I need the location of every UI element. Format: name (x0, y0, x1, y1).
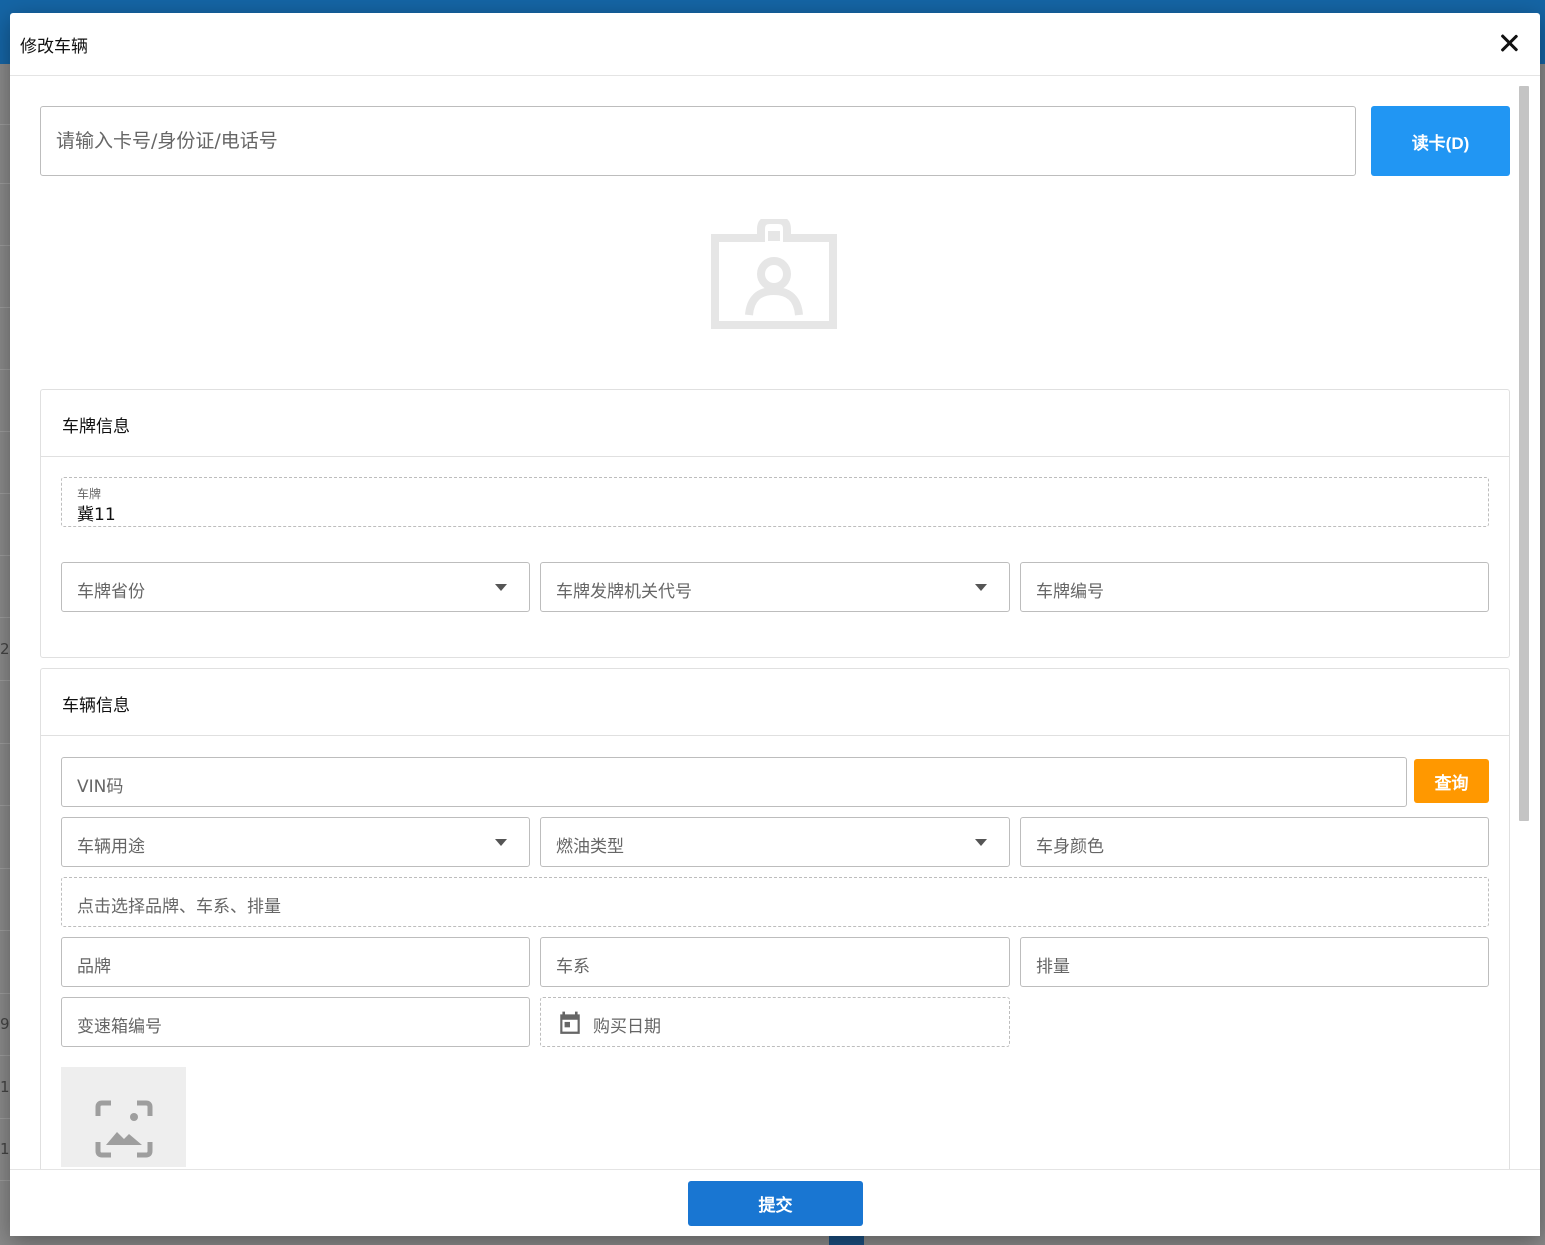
plate-field[interactable]: 车牌 冀11 (61, 477, 1489, 527)
vin-placeholder: VIN码 (77, 777, 124, 797)
background-text-fragment: 1 (0, 1078, 10, 1096)
vehicle-info-section: 车辆信息 VIN码 查询 车辆用途 燃油类型 车身颜色 点击选择品牌、车系、排量 (40, 668, 1510, 1169)
edit-vehicle-dialog: 修改车辆 读卡(D) 车牌信息 车牌 冀11 车牌省份 (10, 13, 1540, 1236)
brand-picker-field[interactable]: 点击选择品牌、车系、排量 (61, 877, 1489, 927)
read-card-button[interactable]: 读卡(D) (1371, 106, 1510, 176)
vin-input[interactable]: VIN码 (61, 757, 1407, 807)
image-placeholder-icon (95, 1100, 153, 1158)
purchase-date-field[interactable]: 购买日期 (540, 997, 1010, 1047)
plate-info-header: 车牌信息 (41, 390, 1509, 457)
plate-authority-select[interactable]: 车牌发牌机关代号 (540, 562, 1010, 612)
dialog-title: 修改车辆 (20, 37, 88, 57)
vehicle-usage-select[interactable]: 车辆用途 (61, 817, 530, 867)
plate-number-placeholder: 车牌编号 (1036, 582, 1104, 602)
background-text-fragment: 2 (0, 640, 10, 658)
plate-authority-placeholder: 车牌发牌机关代号 (556, 582, 692, 602)
card-search-input[interactable] (41, 107, 1355, 175)
plate-info-section: 车牌信息 车牌 冀11 车牌省份 车牌发牌机关代号 车牌编号 (40, 389, 1510, 658)
dialog-header: 修改车辆 (10, 13, 1540, 76)
plate-province-placeholder: 车牌省份 (77, 582, 145, 602)
body-color-input[interactable]: 车身颜色 (1020, 817, 1489, 867)
displacement-input[interactable]: 排量 (1020, 937, 1489, 987)
body-color-placeholder: 车身颜色 (1036, 837, 1104, 857)
plate-province-select[interactable]: 车牌省份 (61, 562, 530, 612)
vehicle-info-title: 车辆信息 (62, 696, 130, 716)
background-tab (829, 1236, 864, 1245)
close-icon[interactable] (1493, 27, 1525, 59)
calendar-icon (560, 1011, 580, 1034)
dropdown-arrow-icon (495, 584, 507, 591)
gearbox-number-input[interactable]: 变速箱编号 (61, 997, 530, 1047)
brand-input[interactable]: 品牌 (61, 937, 530, 987)
displacement-placeholder: 排量 (1036, 957, 1070, 977)
dropdown-arrow-icon (975, 584, 987, 591)
series-placeholder: 车系 (556, 957, 590, 977)
vehicle-info-header: 车辆信息 (41, 669, 1509, 736)
vehicle-image-upload[interactable] (61, 1067, 186, 1167)
series-input[interactable]: 车系 (540, 937, 1010, 987)
background-text-fragment: 9 (0, 1015, 10, 1033)
background-text-fragment: 1 (0, 1140, 10, 1158)
scrollbar-thumb[interactable] (1519, 86, 1529, 821)
fuel-type-placeholder: 燃油类型 (556, 837, 624, 857)
gearbox-number-placeholder: 变速箱编号 (77, 1017, 162, 1037)
card-search-field[interactable] (40, 106, 1356, 176)
vehicle-usage-placeholder: 车辆用途 (77, 837, 145, 857)
dialog-footer: 提交 (10, 1169, 1540, 1236)
plate-number-input[interactable]: 车牌编号 (1020, 562, 1489, 612)
purchase-date-placeholder: 购买日期 (593, 1017, 661, 1037)
dropdown-arrow-icon (495, 839, 507, 846)
brand-placeholder: 品牌 (77, 957, 111, 977)
fuel-type-select[interactable]: 燃油类型 (540, 817, 1010, 867)
plate-field-value: 冀11 (77, 505, 116, 525)
dropdown-arrow-icon (975, 839, 987, 846)
dialog-body: 读卡(D) 车牌信息 车牌 冀11 车牌省份 车牌发牌机关代号 (10, 76, 1540, 1169)
id-card-icon (711, 219, 837, 329)
plate-info-title: 车牌信息 (62, 417, 130, 437)
dialog-scrollbar[interactable] (1517, 86, 1531, 1169)
vin-query-button[interactable]: 查询 (1414, 759, 1489, 803)
brand-picker-placeholder: 点击选择品牌、车系、排量 (77, 897, 281, 917)
submit-button[interactable]: 提交 (688, 1181, 863, 1226)
